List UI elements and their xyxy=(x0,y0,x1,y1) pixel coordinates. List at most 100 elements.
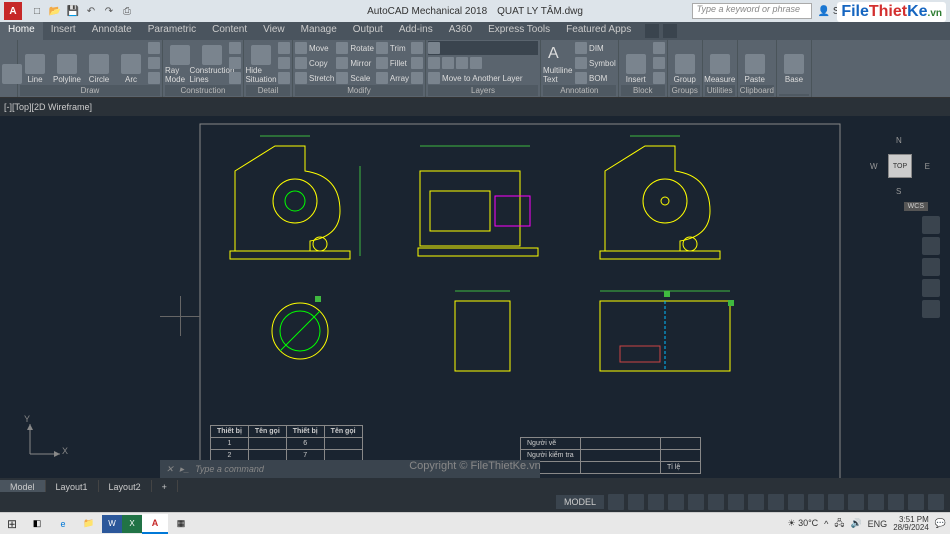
tab-featured[interactable]: Featured Apps xyxy=(558,22,639,40)
array-button[interactable]: Array xyxy=(376,71,409,85)
insert-block-button[interactable]: Insert xyxy=(621,41,651,85)
status-cycling-icon[interactable] xyxy=(788,494,804,510)
viewport-label[interactable]: [-][Top][2D Wireframe] xyxy=(0,98,950,116)
nav-showmotion-icon[interactable] xyxy=(922,300,940,318)
ribbon-extra-icon[interactable] xyxy=(663,24,677,38)
mtext-button[interactable]: AMultiline Text xyxy=(543,41,573,85)
dim-button[interactable]: DIM xyxy=(575,41,616,55)
line-button[interactable]: Line xyxy=(20,41,50,85)
tab-manage[interactable]: Manage xyxy=(293,22,345,40)
status-customize-icon[interactable] xyxy=(928,494,944,510)
qat-save-icon[interactable]: 💾 xyxy=(66,4,80,18)
status-lweight-icon[interactable] xyxy=(748,494,764,510)
rotate-button[interactable]: Rotate xyxy=(336,41,374,55)
panel-title[interactable]: Utilities xyxy=(705,85,735,96)
status-isolate-icon[interactable] xyxy=(868,494,884,510)
edge-icon[interactable]: e xyxy=(50,514,76,534)
symbol-button[interactable]: Symbol xyxy=(575,56,616,70)
viewcube-face[interactable]: TOP xyxy=(888,154,912,178)
panel-title[interactable]: Clipboard xyxy=(740,85,774,96)
panel-title[interactable]: Block xyxy=(621,85,665,96)
panel-title[interactable]: Draw xyxy=(20,85,160,96)
status-hardware-icon[interactable] xyxy=(888,494,904,510)
panel-title[interactable]: Groups xyxy=(670,85,700,96)
tab-output[interactable]: Output xyxy=(345,22,391,40)
qat-open-icon[interactable]: 📂 xyxy=(48,4,62,18)
status-cleanscreen-icon[interactable] xyxy=(908,494,924,510)
nav-pan-icon[interactable] xyxy=(922,237,940,255)
status-ortho-icon[interactable] xyxy=(648,494,664,510)
word-icon[interactable]: W xyxy=(102,515,122,533)
qat-print-icon[interactable]: ⎙ xyxy=(120,4,134,18)
trim-button[interactable]: Trim xyxy=(376,41,409,55)
panel-title[interactable]: Layers xyxy=(428,85,538,96)
hide-situation-button[interactable]: Hide Situation xyxy=(246,41,276,85)
tray-language[interactable]: ENG xyxy=(868,519,888,529)
panel-title[interactable]: Annotation xyxy=(543,85,616,96)
nav-wheel-icon[interactable] xyxy=(922,216,940,234)
status-grid-icon[interactable] xyxy=(608,494,624,510)
draw-small-icon[interactable] xyxy=(148,71,160,85)
status-monitor-icon[interactable] xyxy=(848,494,864,510)
viewcube[interactable]: N S W E TOP xyxy=(870,136,930,196)
explorer-icon[interactable]: 📁 xyxy=(76,514,102,534)
taskview-icon[interactable]: ◧ xyxy=(24,514,50,534)
copy-button[interactable]: Copy xyxy=(295,56,334,70)
qat-undo-icon[interactable]: ↶ xyxy=(84,4,98,18)
ribbon-extra-icon[interactable] xyxy=(645,24,659,38)
drawing-canvas[interactable]: N S W E TOP WCS X Y Thiết bịTên gọiThiết… xyxy=(0,116,950,496)
tab-parametric[interactable]: Parametric xyxy=(140,22,204,40)
tray-weather[interactable]: ☀ 30°C xyxy=(787,518,818,529)
command-input-placeholder[interactable]: Type a command xyxy=(195,464,264,474)
tab-insert[interactable]: Insert xyxy=(43,22,84,40)
qat-new-icon[interactable]: □ xyxy=(30,4,44,18)
status-3dosnap-icon[interactable] xyxy=(708,494,724,510)
draw-small-icon[interactable] xyxy=(148,56,160,70)
tray-chevron-icon[interactable]: ^ xyxy=(824,519,828,529)
tab-annotate[interactable]: Annotate xyxy=(84,22,140,40)
status-otrack-icon[interactable] xyxy=(728,494,744,510)
nav-orbit-icon[interactable] xyxy=(922,279,940,297)
status-transparency-icon[interactable] xyxy=(768,494,784,510)
panel-title[interactable]: Modify xyxy=(295,85,423,96)
status-model-button[interactable]: MODEL xyxy=(556,495,604,509)
tray-clock[interactable]: 3:51 PM 28/9/2024 xyxy=(893,516,929,532)
status-osnap-icon[interactable] xyxy=(688,494,704,510)
wcs-label[interactable]: WCS xyxy=(904,202,928,211)
move-to-layer-button[interactable]: Move to Another Layer xyxy=(428,71,538,85)
autocad-icon[interactable]: A xyxy=(142,514,168,534)
layer-dropdown[interactable] xyxy=(428,41,538,55)
app-logo[interactable]: A xyxy=(4,2,22,20)
constructionlines-button[interactable]: Construction Lines xyxy=(197,41,227,85)
nav-zoom-icon[interactable] xyxy=(922,258,940,276)
tab-addins[interactable]: Add-ins xyxy=(391,22,441,40)
move-button[interactable]: Move xyxy=(295,41,334,55)
qat-redo-icon[interactable]: ↷ xyxy=(102,4,116,18)
arc-button[interactable]: Arc xyxy=(116,41,146,85)
help-search-input[interactable]: Type a keyword or phrase xyxy=(692,3,812,19)
tab-content[interactable]: Content xyxy=(204,22,255,40)
tray-network-icon[interactable]: 🖧 xyxy=(834,516,844,532)
mirror-button[interactable]: Mirror xyxy=(336,56,374,70)
tray-notifications-icon[interactable]: 💬 xyxy=(935,518,946,529)
tray-volume-icon[interactable]: 🔊 xyxy=(850,518,861,529)
panel-title[interactable]: Detail xyxy=(246,85,290,96)
app-icon[interactable]: ▦ xyxy=(168,514,194,534)
paste-button[interactable]: Paste xyxy=(740,41,770,85)
start-button[interactable]: ⊞ xyxy=(0,514,24,534)
polyline-button[interactable]: Polyline xyxy=(52,41,82,85)
stretch-button[interactable]: Stretch xyxy=(295,71,334,85)
panel-title[interactable]: Construction xyxy=(165,85,241,96)
circle-button[interactable]: Circle xyxy=(84,41,114,85)
fillet-button[interactable]: Fillet xyxy=(376,56,409,70)
excel-icon[interactable]: X xyxy=(122,515,142,533)
measure-button[interactable]: Measure xyxy=(705,41,735,85)
tab-express[interactable]: Express Tools xyxy=(480,22,558,40)
status-workspace-icon[interactable] xyxy=(828,494,844,510)
group-button[interactable]: Group xyxy=(670,41,700,85)
close-icon[interactable]: ✕ xyxy=(166,464,174,475)
status-snap-icon[interactable] xyxy=(628,494,644,510)
base-button[interactable]: Base xyxy=(779,41,809,85)
draw-small-icon[interactable] xyxy=(148,41,160,55)
bom-button[interactable]: BOM xyxy=(575,71,616,85)
